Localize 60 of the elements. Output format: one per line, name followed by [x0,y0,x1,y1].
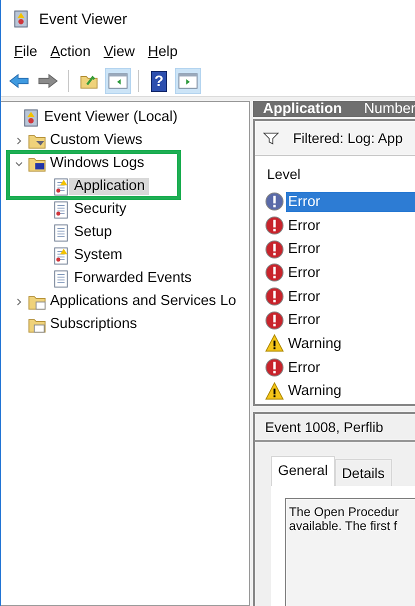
error-icon [265,310,284,330]
chevron-down-icon[interactable] [15,160,23,168]
event-row[interactable]: Error [286,262,415,283]
tree-item[interactable]: Setup [73,224,116,241]
event-log-icon [22,108,40,126]
pane-icon [178,72,198,90]
warning-icon [265,334,284,354]
error-icon [265,192,284,212]
log-icon [52,200,70,218]
tree-item[interactable]: Applications and Services Lo [49,293,240,310]
help-icon: ? [151,70,167,92]
chevron-right-icon[interactable] [15,298,23,306]
column-header: Number [364,101,415,117]
menu-item[interactable]: Help [148,44,178,60]
tree-item[interactable]: Application [69,178,149,195]
event-row[interactable]: Error [286,286,415,307]
event-row[interactable]: Error [286,310,415,330]
tree-item[interactable]: System [73,247,126,264]
log-icon [52,246,70,264]
tree-item[interactable]: Subscriptions [49,316,142,333]
error-icon [265,263,284,282]
tab[interactable]: Details [334,459,392,486]
tree-item[interactable]: Security [73,201,130,218]
menu-item[interactable]: File [14,44,38,60]
event-row[interactable]: Error [286,192,415,212]
tree-item[interactable]: Windows Logs [49,155,148,172]
tree-item[interactable]: Custom Views [49,132,146,149]
event-log-icon [13,9,29,29]
tab[interactable]: General [271,456,335,486]
event-row[interactable]: Error [286,358,415,378]
tree-item[interactable]: Forwarded Events [73,270,196,287]
column-header: Level [266,166,302,184]
log-icon [52,270,70,288]
event-row[interactable]: Warning [286,381,415,402]
filter-icon [263,132,279,144]
help-button[interactable]: ? [146,68,172,94]
chevron-right-icon[interactable] [15,136,23,144]
menu-item[interactable]: View [104,44,135,60]
error-icon [265,287,284,306]
warning-icon [265,382,284,401]
event-description: The Open Procedur available. The first f [285,498,415,606]
log-name: Application [263,101,342,117]
show-actions-button[interactable] [175,68,201,94]
error-icon [265,216,284,236]
window-title: Event Viewer [39,10,128,28]
event-row[interactable]: Error [286,216,415,236]
event-row[interactable]: Error [286,239,415,260]
log-icon [52,178,70,196]
tree-item[interactable]: Event Viewer (Local) [43,109,182,126]
filter-text: Filtered: Log: App [293,130,403,146]
back-arrow-icon [9,72,29,90]
event-row[interactable]: Warning [286,334,415,354]
error-icon [265,358,284,378]
pane-icon [108,72,128,90]
log-icon [52,224,70,242]
event-title: Event 1008, Perflib [255,414,415,442]
show-tree-button[interactable] [105,68,131,94]
error-icon [265,240,284,259]
forward-arrow-icon [38,72,58,90]
menu-item[interactable]: Action [50,44,91,60]
